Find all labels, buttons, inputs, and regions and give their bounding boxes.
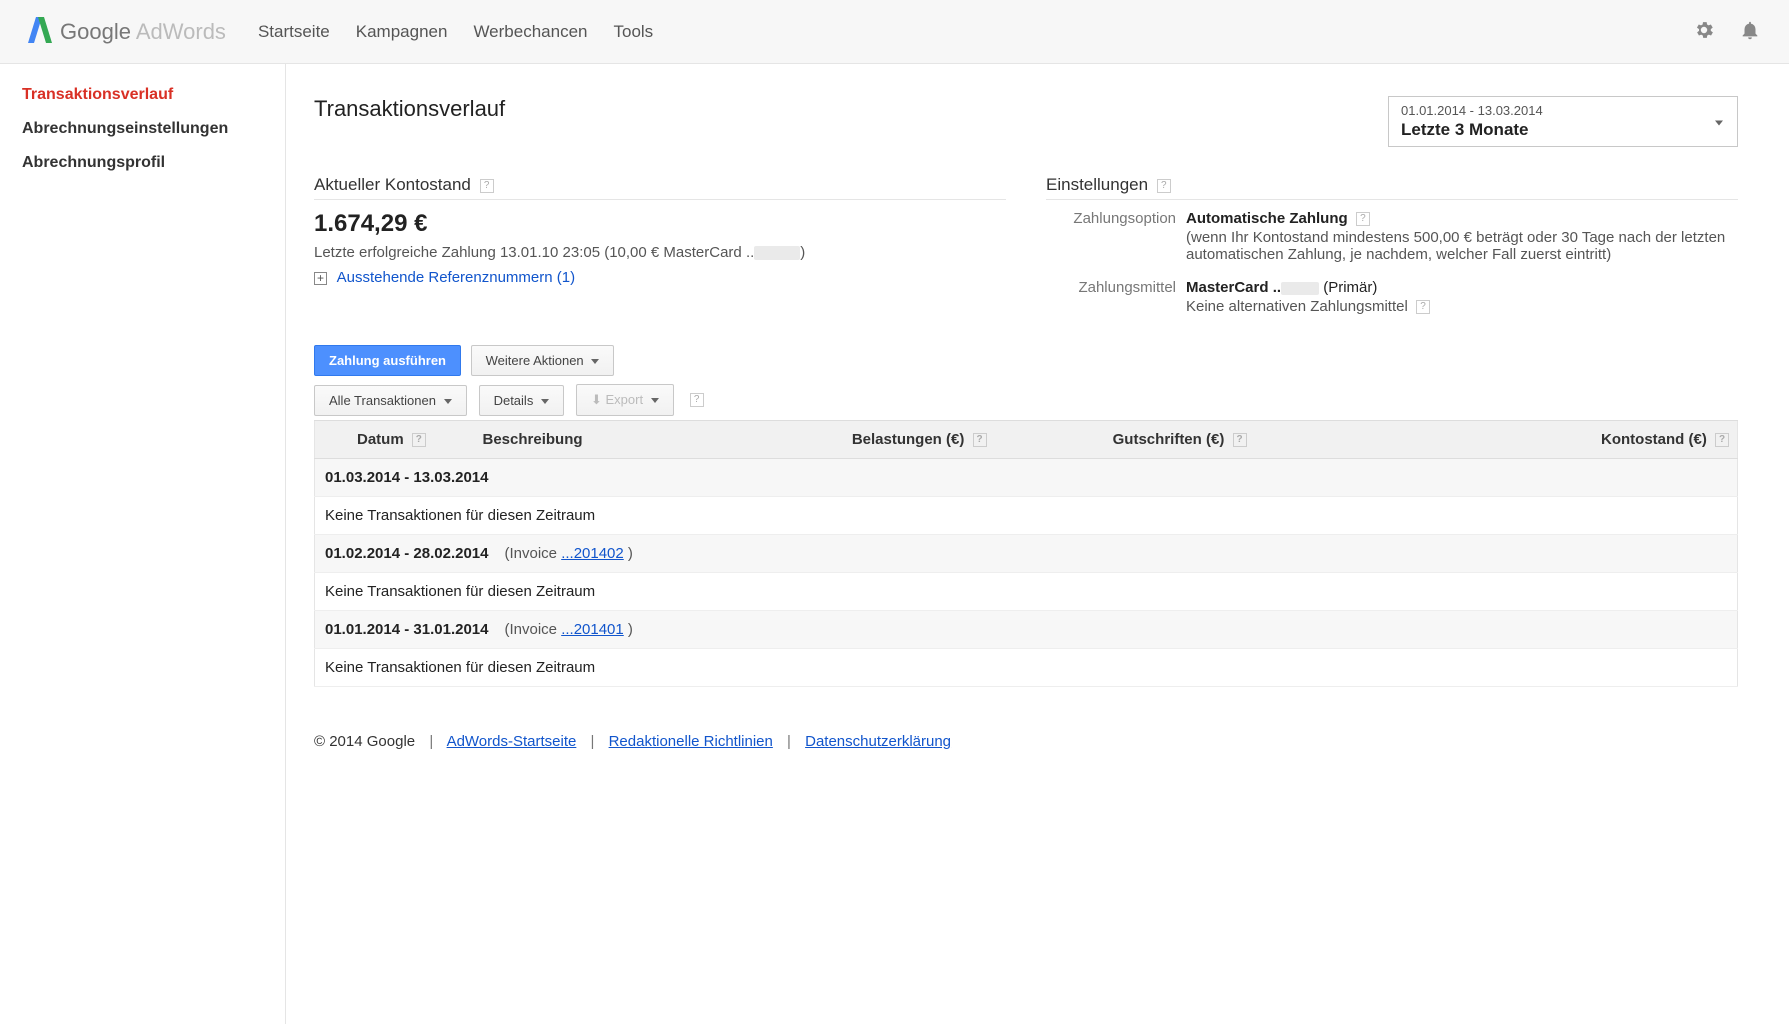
help-icon[interactable]: ? xyxy=(412,433,426,447)
details-button[interactable]: Details xyxy=(479,385,564,416)
brand-text: Google AdWords xyxy=(60,19,226,45)
footer-link-datenschutzerklaerung[interactable]: Datenschutzerklärung xyxy=(805,733,951,750)
balance-amount: 1.674,29 € xyxy=(314,210,1006,238)
help-icon[interactable]: ? xyxy=(973,433,987,447)
period-range: 01.03.2014 - 13.03.2014 xyxy=(325,469,488,486)
settings-heading: Einstellungen xyxy=(1046,175,1148,194)
date-range-text: 01.01.2014 - 13.03.2014 xyxy=(1401,103,1725,118)
logo: Google AdWords xyxy=(28,15,226,48)
payment-option-label: Zahlungsoption xyxy=(1046,210,1176,263)
th-date: Datum xyxy=(357,431,404,448)
no-transactions-text: Keine Transaktionen für diesen Zeitraum xyxy=(315,573,1738,611)
sidebar-item-abrechnungsprofil[interactable]: Abrechnungsprofil xyxy=(0,146,285,180)
main-nav: Startseite Kampagnen Werbechancen Tools xyxy=(258,22,653,42)
export-button[interactable]: ⬇ Export xyxy=(576,384,674,416)
no-alt-methods: Keine alternativen Zahlungsmittel xyxy=(1186,298,1408,315)
payment-option-value: Automatische Zahlung xyxy=(1186,210,1348,227)
download-icon: ⬇ xyxy=(591,392,602,407)
help-icon[interactable]: ? xyxy=(1416,300,1430,314)
th-debit: Belastungen (€) xyxy=(852,431,965,448)
table-row: Keine Transaktionen für diesen Zeitraum xyxy=(315,497,1738,535)
period-range: 01.02.2014 - 28.02.2014 xyxy=(325,545,488,562)
make-payment-button[interactable]: Zahlung ausführen xyxy=(314,345,461,376)
help-icon[interactable]: ? xyxy=(1157,179,1171,193)
nav-tools[interactable]: Tools xyxy=(613,22,653,42)
invoice-link[interactable]: ...201401 xyxy=(561,621,624,638)
help-icon[interactable]: ? xyxy=(1356,212,1370,226)
date-range-picker[interactable]: 01.01.2014 - 13.03.2014 Letzte 3 Monate xyxy=(1388,96,1738,147)
more-actions-button[interactable]: Weitere Aktionen xyxy=(471,345,615,376)
invoice-link[interactable]: ...201402 xyxy=(561,545,624,562)
payment-method-label: Zahlungsmittel xyxy=(1046,279,1176,315)
transaction-filter-button[interactable]: Alle Transaktionen xyxy=(314,385,467,416)
period-row: 01.03.2014 - 13.03.2014 xyxy=(315,459,1738,497)
sidebar-item-abrechnungseinstellungen[interactable]: Abrechnungseinstellungen xyxy=(0,112,285,146)
payment-method-value: MasterCard .. xyxy=(1186,279,1323,296)
balance-section: Aktueller Kontostand ? 1.674,29 € Letzte… xyxy=(314,175,1006,315)
gear-icon[interactable] xyxy=(1693,19,1715,44)
date-range-label: Letzte 3 Monate xyxy=(1401,120,1725,140)
th-balance: Kontostand (€) xyxy=(1601,431,1707,448)
adwords-logo-icon xyxy=(28,15,52,48)
th-desc: Beschreibung xyxy=(475,421,775,459)
last-payment-text: Letzte erfolgreiche Zahlung 13.01.10 23:… xyxy=(314,244,1006,261)
nav-kampagnen[interactable]: Kampagnen xyxy=(356,22,448,42)
sidebar-item-transaktionsverlauf[interactable]: Transaktionsverlauf xyxy=(0,78,285,112)
copyright: © 2014 Google xyxy=(314,733,415,750)
help-icon[interactable]: ? xyxy=(690,393,704,407)
help-icon[interactable]: ? xyxy=(1715,433,1729,447)
th-credit: Gutschriften (€) xyxy=(1113,431,1225,448)
settings-section: Einstellungen ? Zahlungsoption Automatis… xyxy=(1046,175,1738,315)
footer-link-redaktionelle-richtlinien[interactable]: Redaktionelle Richtlinien xyxy=(609,733,773,750)
period-range: 01.01.2014 - 31.01.2014 xyxy=(325,621,488,638)
chevron-down-icon xyxy=(444,399,452,404)
footer: © 2014 Google | AdWords-Startseite | Red… xyxy=(314,733,1738,750)
period-row: 01.01.2014 - 31.01.2014(Invoice ...20140… xyxy=(315,611,1738,649)
bell-icon[interactable] xyxy=(1739,19,1761,44)
redacted-card-digits xyxy=(754,246,800,260)
nav-startseite[interactable]: Startseite xyxy=(258,22,330,42)
top-bar: Google AdWords Startseite Kampagnen Werb… xyxy=(0,0,1789,64)
no-transactions-text: Keine Transaktionen für diesen Zeitraum xyxy=(315,649,1738,687)
table-row: Keine Transaktionen für diesen Zeitraum xyxy=(315,649,1738,687)
transactions-table: Datum ? Beschreibung Belastungen (€) ? G… xyxy=(314,420,1738,687)
help-icon[interactable]: ? xyxy=(1233,433,1247,447)
page-title: Transaktionsverlauf xyxy=(314,96,505,122)
chevron-down-icon xyxy=(591,359,599,364)
chevron-down-icon xyxy=(1711,114,1723,129)
chevron-down-icon xyxy=(651,398,659,403)
pending-references-link[interactable]: Ausstehende Referenznummern (1) xyxy=(337,269,575,286)
redacted-card-digits xyxy=(1281,282,1319,295)
no-transactions-text: Keine Transaktionen für diesen Zeitraum xyxy=(315,497,1738,535)
expand-icon[interactable]: + xyxy=(314,272,327,285)
nav-werbechancen[interactable]: Werbechancen xyxy=(473,22,587,42)
footer-link-adwords-startseite[interactable]: AdWords-Startseite xyxy=(447,733,577,750)
period-row: 01.02.2014 - 28.02.2014(Invoice ...20140… xyxy=(315,535,1738,573)
balance-heading: Aktueller Kontostand xyxy=(314,175,471,194)
help-icon[interactable]: ? xyxy=(480,179,494,193)
chevron-down-icon xyxy=(541,399,549,404)
payment-option-note: (wenn Ihr Kontostand mindestens 500,00 €… xyxy=(1186,229,1738,263)
sidebar: Transaktionsverlauf Abrechnungseinstellu… xyxy=(0,64,286,1024)
table-row: Keine Transaktionen für diesen Zeitraum xyxy=(315,573,1738,611)
